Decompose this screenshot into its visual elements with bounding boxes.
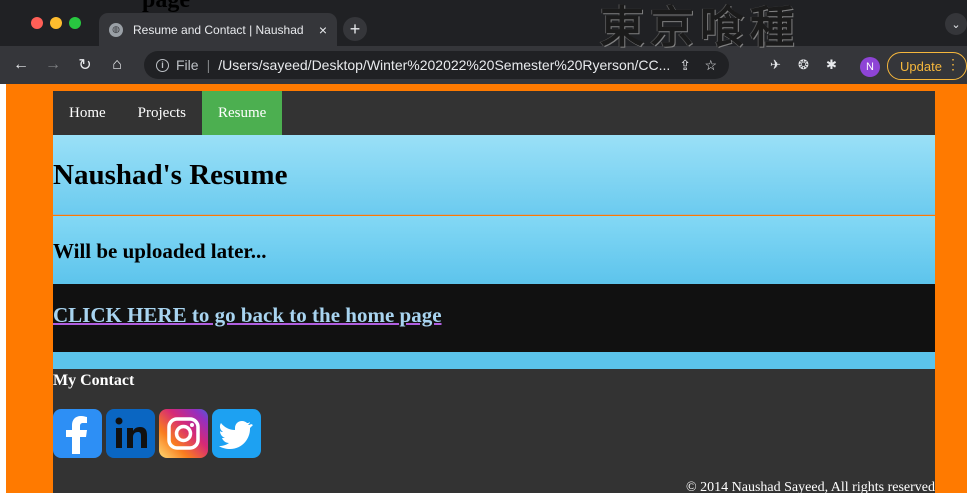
home-icon[interactable]: ⌂ <box>106 56 128 74</box>
site-nav: Home Projects Resume <box>53 91 935 135</box>
browser-toolbar: ← → ↻ ⌂ i File | /Users/sayeed/Desktop/W… <box>0 46 967 84</box>
nav-projects[interactable]: Projects <box>122 91 202 135</box>
back-arrow-icon[interactable]: ← <box>10 56 32 74</box>
forward-arrow-icon[interactable]: → <box>42 56 64 74</box>
back-home-link[interactable]: CLICK HERE to go back to the home page <box>53 303 442 328</box>
resume-header: Naushad's Resume <box>53 135 935 215</box>
page-viewport: Home Projects Resume Naushad's Resume Wi… <box>6 84 967 493</box>
menu-dots-icon[interactable]: ⋮ <box>946 56 960 73</box>
url-text[interactable]: /Users/sayeed/Desktop/Winter%202022%20Se… <box>218 57 670 73</box>
page-container: Home Projects Resume Naushad's Resume Wi… <box>53 84 935 493</box>
new-tab-button[interactable]: + <box>343 17 367 41</box>
profile-avatar[interactable]: N <box>860 57 880 77</box>
facebook-icon[interactable] <box>53 409 102 458</box>
browser-tab[interactable]: ◍ Resume and Contact | Naushad × <box>99 13 337 46</box>
stray-text-mark <box>0 0 6 6</box>
extension-fingerprint-icon[interactable]: ❂ <box>798 57 809 73</box>
tab-title: Resume and Contact | Naushad <box>133 22 304 37</box>
url-scheme: File <box>176 57 199 73</box>
bookmark-star-icon[interactable]: ☆ <box>704 57 717 74</box>
reload-icon[interactable]: ↻ <box>74 55 96 75</box>
share-icon[interactable]: ⇪ <box>679 57 691 74</box>
instagram-icon[interactable] <box>159 409 208 458</box>
nav-resume[interactable]: Resume <box>202 91 283 135</box>
twitter-icon[interactable] <box>212 409 261 458</box>
window-minimize-button[interactable] <box>50 17 62 29</box>
extensions-puzzle-icon[interactable]: ✱ <box>826 57 837 73</box>
linkedin-icon[interactable] <box>106 409 155 458</box>
extension-bird-icon[interactable]: ✈ <box>770 57 781 73</box>
nav-home[interactable]: Home <box>53 91 122 135</box>
globe-icon: ◍ <box>109 22 123 37</box>
copyright-text: © 2014 Naushad Sayeed, All rights reserv… <box>686 480 935 493</box>
footer: My Contact © 2014 Naushad Sayeed, All ri… <box>53 369 935 493</box>
window-close-button[interactable] <box>31 17 43 29</box>
tab-close-icon[interactable]: × <box>319 22 327 38</box>
divider-strip <box>53 352 935 369</box>
notice-section: Will be uploaded later... <box>53 216 935 284</box>
address-bar[interactable]: i File | /Users/sayeed/Desktop/Winter%20… <box>144 51 729 79</box>
contact-title: My Contact <box>53 372 135 389</box>
upload-notice: Will be uploaded later... <box>53 239 267 263</box>
tokyo-ghoul-logo: 東京喰種 <box>600 2 800 53</box>
url-separator: | <box>206 57 211 73</box>
social-links <box>53 409 261 458</box>
info-icon[interactable]: i <box>156 58 169 72</box>
tab-search-icon[interactable]: ⌄ <box>945 13 967 35</box>
window-maximize-button[interactable] <box>69 17 81 29</box>
update-button[interactable]: Update ⋮ <box>887 52 967 80</box>
stray-page-title: page <box>142 0 190 13</box>
home-link-section: CLICK HERE to go back to the home page <box>53 284 935 352</box>
update-label: Update <box>900 58 942 74</box>
page-title: Naushad's Resume <box>53 159 288 191</box>
